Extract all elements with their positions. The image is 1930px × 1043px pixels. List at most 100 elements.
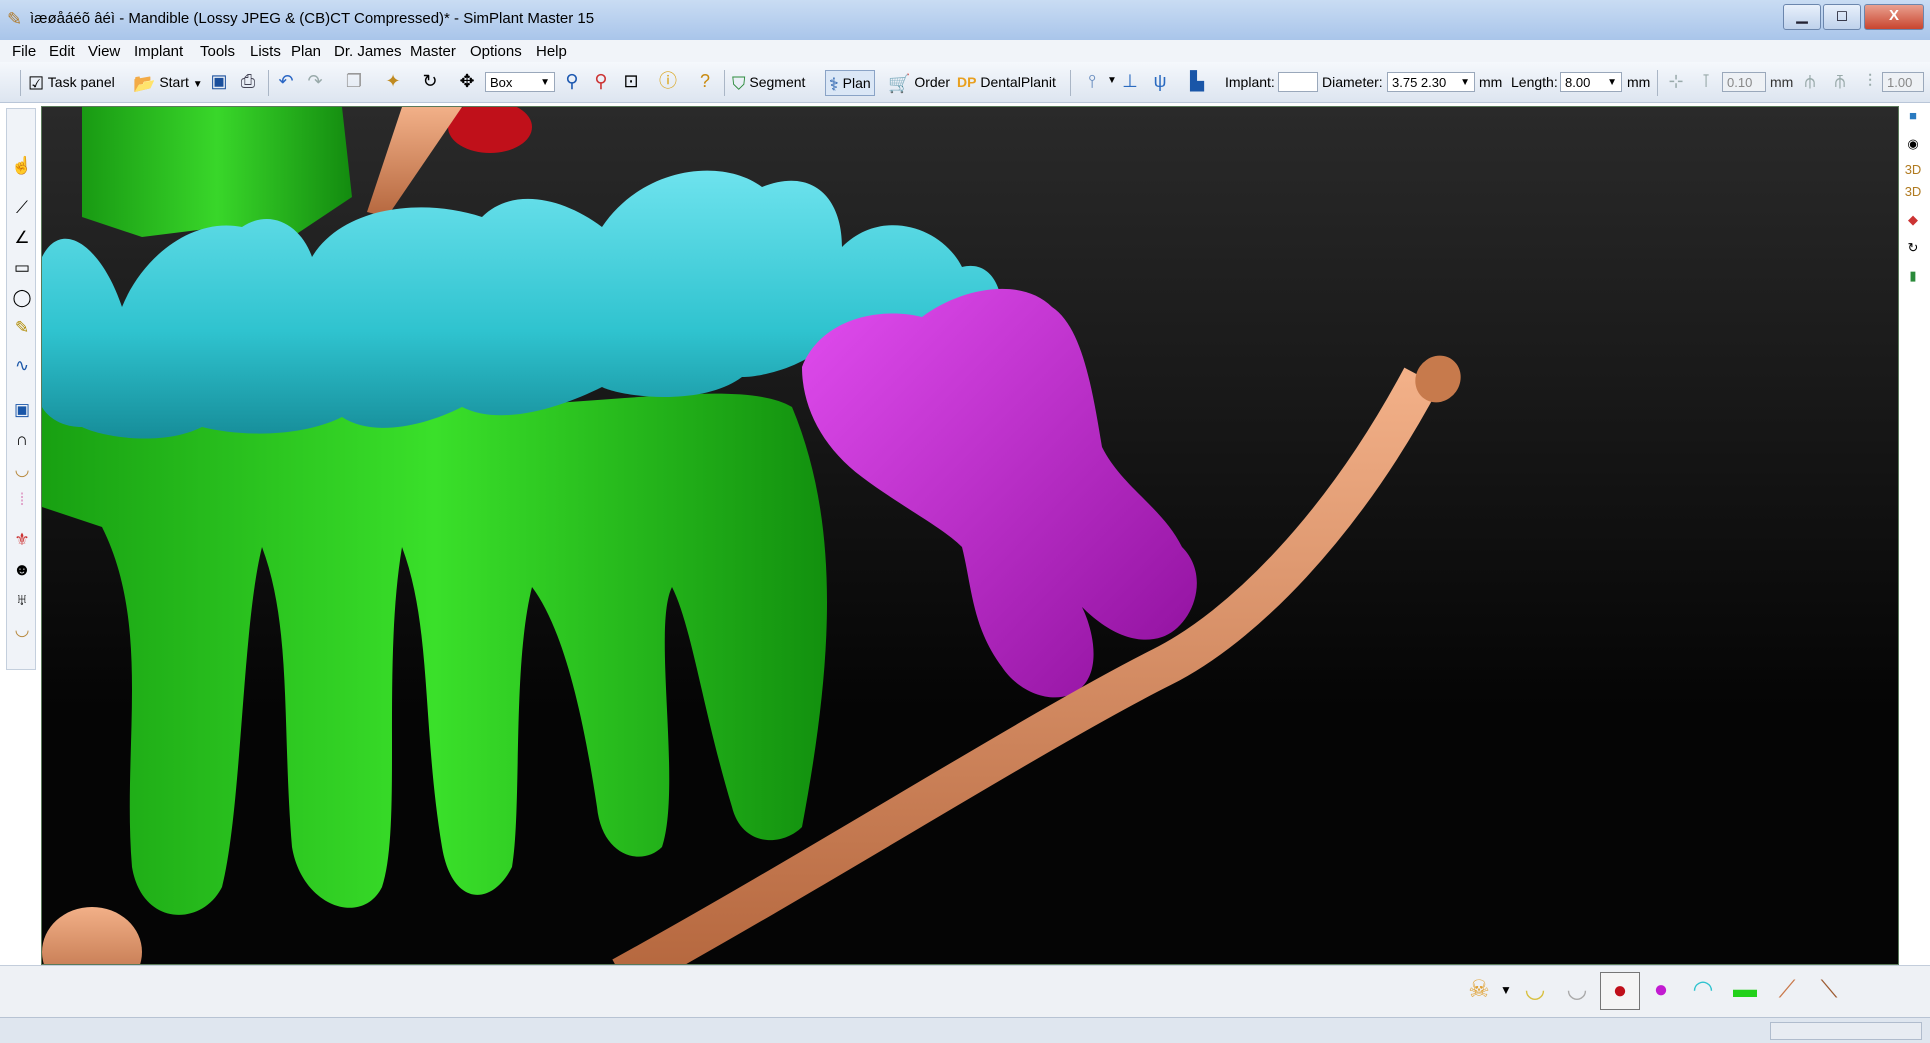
book-icon[interactable]: ▮ bbox=[1903, 266, 1923, 286]
chevron-down-icon: ▼ bbox=[1460, 77, 1470, 88]
layers-icon[interactable]: ■ bbox=[1903, 106, 1923, 126]
offset-field[interactable]: 0.10 bbox=[1722, 72, 1766, 92]
reset-rotation-icon[interactable]: ↻ bbox=[1903, 238, 1923, 258]
bars-icon[interactable]: ⦙ bbox=[11, 489, 33, 511]
ellipse-tool-icon[interactable]: ◯ bbox=[11, 287, 33, 309]
menu-file[interactable]: File bbox=[12, 43, 36, 60]
redo-icon[interactable]: ↷ bbox=[303, 69, 327, 93]
copper-fragment bbox=[42, 907, 142, 964]
cyan-arch-icon[interactable]: ◠ bbox=[1684, 972, 1722, 1008]
implant-parallel-icon[interactable]: ⊹ bbox=[1664, 69, 1688, 93]
task-panel-button[interactable]: ☑ Task panel bbox=[28, 70, 115, 94]
implant-field[interactable] bbox=[1278, 72, 1318, 92]
implant-abutment-icon[interactable]: ⊥ bbox=[1118, 69, 1142, 93]
pan-move-icon[interactable]: ✥ bbox=[455, 69, 479, 93]
plan-button[interactable]: ⚕ Plan bbox=[825, 70, 875, 96]
mandible-gray-icon[interactable]: ◡ bbox=[1558, 972, 1596, 1008]
chevron-down-icon[interactable]: ▼ bbox=[1498, 972, 1514, 1008]
3d-box-icon[interactable]: ▣ bbox=[11, 399, 33, 421]
fit-view-icon[interactable]: ⊡ bbox=[619, 69, 643, 93]
pointer-hand-icon[interactable]: ☝ bbox=[11, 155, 33, 177]
diameter-value: 3.75 2.30 bbox=[1392, 75, 1447, 90]
profile-curve-icon[interactable]: ∿ bbox=[11, 355, 33, 377]
arch-curve-icon[interactable]: ∩ bbox=[11, 429, 33, 451]
order-label: Order bbox=[914, 74, 951, 90]
3d-view-icon[interactable]: 3D bbox=[1903, 160, 1923, 180]
implant-tilt-icon[interactable]: ⫚ bbox=[1828, 69, 1852, 93]
scale-field[interactable]: 1.00 bbox=[1882, 72, 1924, 92]
zoom-icon[interactable]: ⚲ bbox=[560, 69, 584, 93]
cart-icon: 🛒 bbox=[888, 73, 911, 94]
upper-nerve-canal bbox=[367, 107, 462, 217]
plan-label: Plan bbox=[842, 75, 871, 91]
menu-tools[interactable]: Tools bbox=[200, 43, 235, 60]
print-icon[interactable]: ⎙ bbox=[236, 69, 260, 93]
length-select[interactable]: 8.00 ▼ bbox=[1560, 72, 1622, 92]
diameter-select[interactable]: 3.75 2.30 ▼ bbox=[1387, 72, 1475, 92]
zoom-out-icon[interactable]: ⚲ bbox=[589, 69, 613, 93]
dentalplanit-button[interactable]: DP DentalPlanit bbox=[957, 70, 1056, 94]
undo-icon[interactable]: ↶ bbox=[274, 69, 298, 93]
menu-dr-james[interactable]: Dr. James bbox=[334, 43, 402, 60]
implant-angle-icon[interactable]: ⫛ bbox=[1798, 69, 1822, 93]
toolbar-separator bbox=[1070, 70, 1071, 96]
implant-scale-icon[interactable]: ⫶ bbox=[1858, 69, 1882, 93]
minimize-button[interactable]: ▁ bbox=[1783, 4, 1821, 30]
nerve-brown-icon[interactable]: ⟍ bbox=[1810, 972, 1848, 1008]
tooth-implant-icon[interactable]: ψ bbox=[1148, 69, 1172, 93]
diameter-unit: mm bbox=[1479, 74, 1503, 90]
3d-volume-icon[interactable]: 3D bbox=[1903, 182, 1923, 202]
mandible-tool-icon[interactable]: ◡ bbox=[11, 459, 33, 481]
eye-icon[interactable]: ◉ bbox=[1903, 134, 1923, 154]
simplant-app-icon[interactable]: ✎ bbox=[7, 9, 22, 30]
checklist-icon: ☑ bbox=[28, 73, 45, 94]
3d-viewport[interactable] bbox=[41, 106, 1899, 965]
green-teeth-icon[interactable]: ▬ bbox=[1726, 972, 1764, 1008]
menu-lists[interactable]: Lists bbox=[250, 43, 281, 60]
fleur-tool-icon[interactable]: ⚜ bbox=[11, 529, 33, 551]
menu-help[interactable]: Help bbox=[536, 43, 567, 60]
skull-icon[interactable]: ☠ bbox=[1460, 972, 1498, 1008]
implant-library-icon[interactable]: ▙ bbox=[1185, 69, 1209, 93]
help-icon[interactable]: ? bbox=[693, 69, 717, 93]
menu-implant[interactable]: Implant bbox=[134, 43, 183, 60]
rotate-icon[interactable]: ↻ bbox=[418, 69, 442, 93]
info-icon[interactable]: ⓘ bbox=[656, 69, 680, 93]
window-title: ìæøåáéõ âéì - Mandible (Lossy JPEG & (CB… bbox=[30, 10, 595, 27]
red-object-icon[interactable]: ● bbox=[1600, 972, 1640, 1010]
menu-view[interactable]: View bbox=[88, 43, 120, 60]
magenta-tooth-icon[interactable]: ● bbox=[1642, 972, 1680, 1008]
maximize-button[interactable]: ◻ bbox=[1823, 4, 1861, 30]
horizontal-scrollbar[interactable] bbox=[1770, 1022, 1922, 1040]
annotation-icon[interactable]: ✎ bbox=[11, 317, 33, 339]
segment-button[interactable]: ⛉ Segment bbox=[732, 70, 805, 94]
menu-edit[interactable]: Edit bbox=[49, 43, 75, 60]
palette-icon[interactable]: ◆ bbox=[1903, 210, 1923, 230]
start-button[interactable]: 📂 Start ▼ bbox=[133, 70, 203, 94]
jaw-icon[interactable]: ◡ bbox=[11, 619, 33, 641]
lower-roots-green bbox=[42, 393, 827, 915]
chevron-down-icon: ▼ bbox=[1607, 77, 1617, 88]
wand-icon[interactable]: ✦ bbox=[381, 69, 405, 93]
menu-bar: File Edit View Implant Tools Lists Plan … bbox=[0, 40, 1930, 62]
menu-options[interactable]: Options bbox=[470, 43, 522, 60]
offset-unit: mm bbox=[1770, 74, 1794, 90]
selection-mode-select[interactable]: Box ▼ bbox=[485, 72, 555, 92]
close-button[interactable]: X bbox=[1864, 4, 1924, 30]
3d-scene bbox=[42, 107, 1461, 964]
tooth-icon[interactable]: ♅ bbox=[11, 589, 33, 611]
mandible-yellow-icon[interactable]: ◡ bbox=[1516, 972, 1554, 1008]
line-measure-icon[interactable]: ⟋ bbox=[11, 197, 33, 219]
copy-icon[interactable]: ❐ bbox=[342, 69, 366, 93]
save-icon[interactable]: ▣ bbox=[207, 69, 231, 93]
patient-icon[interactable]: ☻ bbox=[11, 559, 33, 581]
task-panel-label: Task panel bbox=[47, 74, 115, 90]
toolbar-separator bbox=[20, 70, 21, 96]
implant-depth-icon[interactable]: ⊺ bbox=[1694, 69, 1718, 93]
order-button[interactable]: 🛒 Order bbox=[888, 70, 950, 94]
rectangle-tool-icon[interactable]: ▭ bbox=[11, 257, 33, 279]
menu-plan[interactable]: Plan bbox=[291, 43, 321, 60]
angle-measure-icon[interactable]: ∠ bbox=[11, 227, 33, 249]
nerve-orange-icon[interactable]: ⟋ bbox=[1768, 972, 1806, 1008]
menu-master[interactable]: Master bbox=[410, 43, 456, 60]
